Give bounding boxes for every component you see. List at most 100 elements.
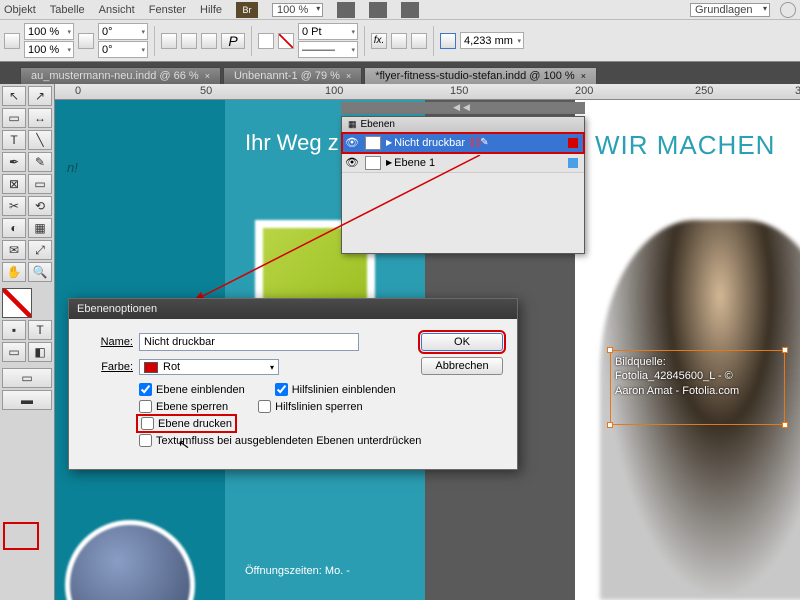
check-show-layer[interactable]: Ebene einblenden: [139, 383, 245, 396]
direct-select-tool[interactable]: ↗: [28, 86, 52, 106]
opacity-b[interactable]: 100 %: [24, 41, 74, 58]
layer-options-dialog: Ebenenoptionen OK Abbrechen Name: Farbe:…: [68, 298, 518, 470]
opening-times: Öffnungszeiten: Mo. -: [245, 565, 350, 577]
ref-point-icon[interactable]: [4, 33, 20, 49]
color-label: Farbe:: [83, 361, 133, 373]
measure-field[interactable]: 4,233 mm: [460, 32, 524, 49]
horizontal-ruler: 050 100150 200250 300: [55, 84, 800, 100]
name-label: Name:: [83, 336, 133, 348]
menu-fenster[interactable]: Fenster: [149, 4, 186, 16]
type-tool[interactable]: T: [2, 130, 26, 150]
stroke-weight[interactable]: 0 Pt: [298, 23, 358, 40]
pencil-tool[interactable]: ✎: [28, 152, 52, 172]
apply-text-icon[interactable]: T: [28, 320, 52, 340]
menu-ansicht[interactable]: Ansicht: [99, 4, 135, 16]
workspace-switcher[interactable]: Grundlagen: [690, 3, 770, 17]
layer-color-swatch: [568, 138, 578, 148]
view-normal-icon[interactable]: ▭: [2, 368, 52, 388]
link-icon[interactable]: [78, 33, 94, 49]
flip-h-icon[interactable]: [161, 33, 177, 49]
eyedropper-tool[interactable]: ⤢: [28, 240, 52, 260]
wrap-icon[interactable]: [391, 33, 407, 49]
text-placeholder-icon[interactable]: P: [221, 33, 245, 49]
apply-none-icon[interactable]: ▭: [2, 342, 26, 362]
transform-tool[interactable]: ⟲: [28, 196, 52, 216]
corner-icon[interactable]: [411, 33, 427, 49]
check-lock-guides[interactable]: Hilfslinien sperren: [258, 400, 362, 413]
angle-b[interactable]: 0°: [98, 41, 148, 58]
layer-name: Nicht druckbar: [394, 137, 465, 149]
layer-name: Ebene 1: [394, 157, 435, 169]
opacity-a[interactable]: 100 %: [24, 23, 74, 40]
tab-unbenannt[interactable]: Unbenannt-1 @ 79 %×: [223, 67, 362, 84]
view-mode-icon[interactable]: [337, 2, 355, 18]
screen-mode-icon[interactable]: [369, 2, 387, 18]
tools-panel: ↖↗ ▭↔ T╲ ✒✎ ⊠▭ ✂⟲ ◐▦ ✉⤢ ✋🔍 ▪T ▭◧ ▭ ▬: [0, 84, 55, 600]
layer-name-input[interactable]: [139, 333, 359, 351]
visibility-icon[interactable]: 👁: [342, 156, 362, 169]
selection-tool[interactable]: ↖: [2, 86, 26, 106]
menu-hilfe[interactable]: Hilfe: [200, 4, 222, 16]
stroke-swatch[interactable]: [278, 33, 294, 49]
frame-tool[interactable]: ⊠: [2, 174, 26, 194]
fill-stroke-swatch[interactable]: [2, 288, 32, 318]
wave-indicator: (( )): [469, 137, 480, 148]
select-container-icon[interactable]: [201, 33, 217, 49]
highlight-marker: [3, 522, 39, 550]
pen-tool[interactable]: ✒: [2, 152, 26, 172]
rect-tool[interactable]: ▭: [28, 174, 52, 194]
gap-tool[interactable]: ↔: [28, 108, 52, 128]
right-headline: WIR MACHEN: [575, 100, 800, 191]
view-preview-icon[interactable]: ▬: [2, 390, 52, 410]
image-credit-text: Bildquelle: Fotolia_42845600_L - © Aaron…: [611, 351, 784, 402]
fx-icon[interactable]: fx.: [371, 33, 387, 49]
layer-color-select[interactable]: Rot: [139, 359, 279, 375]
line-tool[interactable]: ╲: [28, 130, 52, 150]
cancel-button[interactable]: Abbrechen: [421, 357, 503, 375]
fill-swatch[interactable]: [258, 33, 274, 49]
angle-a[interactable]: 0°: [98, 23, 148, 40]
bridge-icon[interactable]: Br: [236, 2, 258, 18]
visibility-icon[interactable]: 👁: [342, 136, 362, 149]
document-tabs: au_mustermann-neu.indd @ 66 %× Unbenannt…: [0, 62, 800, 84]
hand-tool[interactable]: ✋: [2, 262, 26, 282]
frame-fit-icon[interactable]: [440, 33, 456, 49]
zoom-tool[interactable]: 🔍: [28, 262, 52, 282]
layer-row-nicht-druckbar[interactable]: 👁 ▶ Nicht druckbar (( )) ✎: [342, 133, 584, 153]
control-toolbar: 100 % 100 % 0° 0° P 0 Pt ——— fx. 4,233 m…: [0, 20, 800, 62]
close-icon[interactable]: ×: [205, 71, 210, 81]
panel-collapse-grip[interactable]: ◀◀: [341, 102, 585, 114]
gradient-tool[interactable]: ◐: [2, 218, 26, 238]
search-icon[interactable]: [780, 2, 796, 18]
disclosure-icon[interactable]: ▶: [386, 138, 392, 147]
zoom-level[interactable]: 100 %: [272, 3, 323, 17]
check-lock-layer[interactable]: Ebene sperren: [139, 400, 228, 413]
layers-empty-area: [342, 173, 584, 253]
scissors-tool[interactable]: ✂: [2, 196, 26, 216]
stroke-style[interactable]: ———: [298, 41, 358, 58]
arrange-icon[interactable]: [401, 2, 419, 18]
tab-flyer[interactable]: *flyer-fitness-studio-stefan.indd @ 100 …: [364, 67, 597, 84]
tab-mustermann[interactable]: au_mustermann-neu.indd @ 66 %×: [20, 67, 221, 84]
lock-box[interactable]: [365, 136, 381, 150]
menu-objekt[interactable]: Objekt: [4, 4, 36, 16]
close-icon[interactable]: ×: [581, 71, 586, 81]
close-icon[interactable]: ×: [346, 71, 351, 81]
ok-button[interactable]: OK: [421, 333, 503, 351]
apply-color-icon[interactable]: ▪: [2, 320, 26, 340]
apply-grad-icon[interactable]: ◧: [28, 342, 52, 362]
check-show-guides[interactable]: Hilfslinien einblenden: [275, 383, 396, 396]
note-tool[interactable]: ✉: [2, 240, 26, 260]
feather-tool[interactable]: ▦: [28, 218, 52, 238]
page-tool[interactable]: ▭: [2, 108, 26, 128]
flip-v-icon[interactable]: [181, 33, 197, 49]
pen-icon: ✎: [480, 137, 488, 148]
disclosure-icon[interactable]: ▶: [386, 158, 392, 167]
menu-bar: Objekt Tabelle Ansicht Fenster Hilfe Br …: [0, 0, 800, 20]
layer-row-ebene1[interactable]: 👁 ▶ Ebene 1: [342, 153, 584, 173]
check-print-layer[interactable]: Ebene drucken: [139, 417, 234, 430]
menu-tabelle[interactable]: Tabelle: [50, 4, 85, 16]
selected-text-frame[interactable]: Bildquelle: Fotolia_42845600_L - © Aaron…: [610, 350, 785, 425]
lock-box[interactable]: [365, 156, 381, 170]
layers-panel-title[interactable]: Ebenen: [342, 117, 584, 133]
